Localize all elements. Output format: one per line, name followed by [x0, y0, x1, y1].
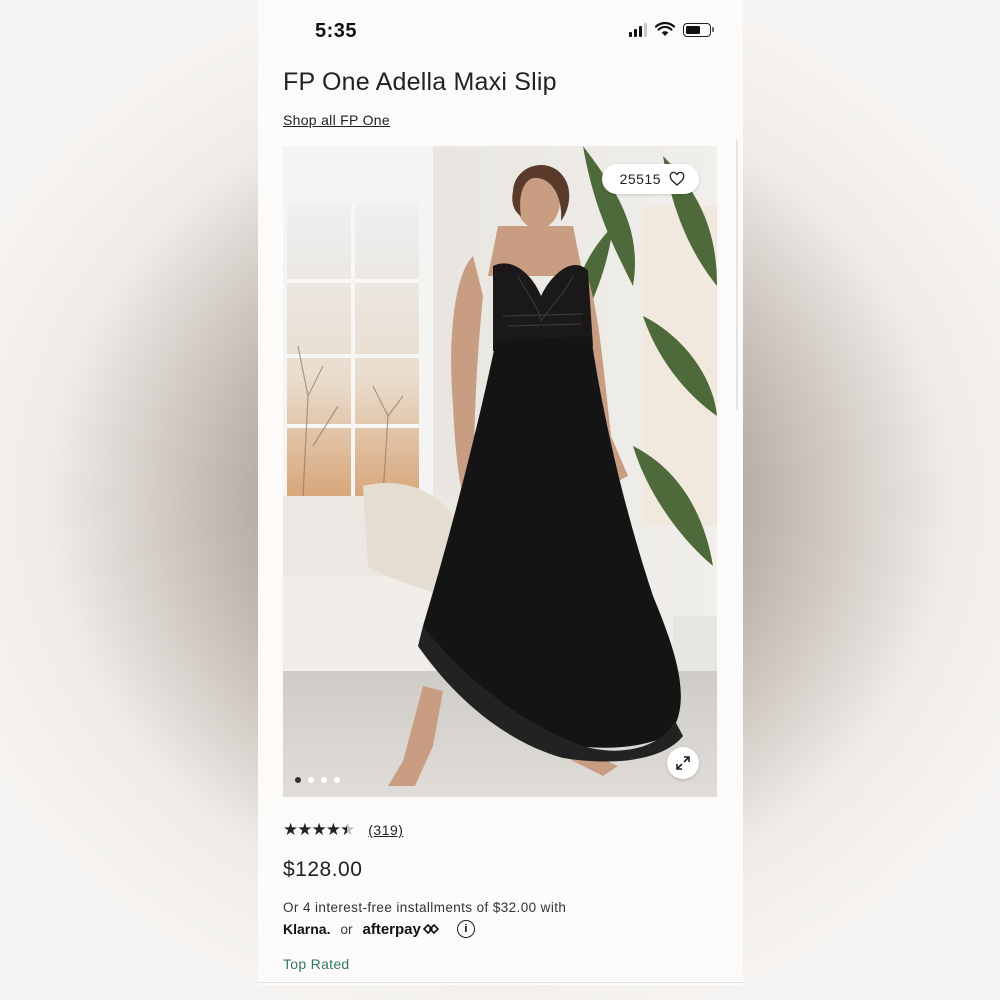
heart-icon: [669, 171, 685, 186]
star-icon: ★: [283, 820, 298, 839]
afterpay-label: afterpay: [362, 920, 421, 938]
afterpay-icon: [422, 923, 439, 935]
gallery-dot[interactable]: [308, 777, 314, 783]
gallery-dots: [295, 777, 340, 783]
star-icon: ★: [311, 820, 327, 839]
status-time: 5:35: [315, 20, 358, 42]
payment-options: Klarna. or afterpay i: [283, 918, 475, 940]
reviews-link[interactable]: (319): [368, 822, 403, 838]
phone-screen: 5:35 FP One Adella Maxi Slip Shop all FP…: [258, 0, 743, 985]
product-title: FP One Adella Maxi Slip: [283, 68, 557, 96]
star-rating: ★ ★ ★ ★ ★: [283, 820, 355, 840]
like-button[interactable]: 25515: [601, 164, 699, 194]
shop-all-link[interactable]: Shop all FP One: [283, 112, 390, 128]
wifi-icon: [655, 22, 675, 36]
battery-icon: [683, 22, 714, 37]
like-count: 25515: [619, 171, 661, 187]
gallery-dot[interactable]: [321, 777, 327, 783]
product-photo-illustration: [283, 146, 717, 797]
gallery-dot[interactable]: [334, 777, 340, 783]
afterpay-logo[interactable]: afterpay: [362, 920, 439, 938]
product-image[interactable]: 25515: [283, 146, 717, 797]
status-bar: 5:35: [258, 0, 743, 60]
info-icon[interactable]: i: [456, 920, 475, 938]
top-rated-badge: Top Rated: [283, 956, 350, 972]
star-icon: ★: [297, 820, 312, 839]
expand-icon: [676, 756, 690, 770]
expand-image-button[interactable]: [667, 747, 699, 779]
klarna-logo[interactable]: Klarna.: [283, 921, 330, 937]
product-price: $128.00: [283, 858, 363, 881]
signal-icon: [629, 22, 647, 37]
gallery-dot[interactable]: [295, 777, 301, 783]
half-star-icon: ★: [340, 820, 355, 839]
scrollbar[interactable]: [736, 140, 738, 410]
rating-row: ★ ★ ★ ★ ★ (319): [283, 820, 403, 840]
divider: [258, 982, 743, 983]
installments-text: Or 4 interest-free installments of $32.0…: [283, 900, 567, 915]
status-icons: [629, 22, 714, 37]
star-icon: ★: [325, 820, 341, 839]
or-text: or: [340, 921, 353, 937]
